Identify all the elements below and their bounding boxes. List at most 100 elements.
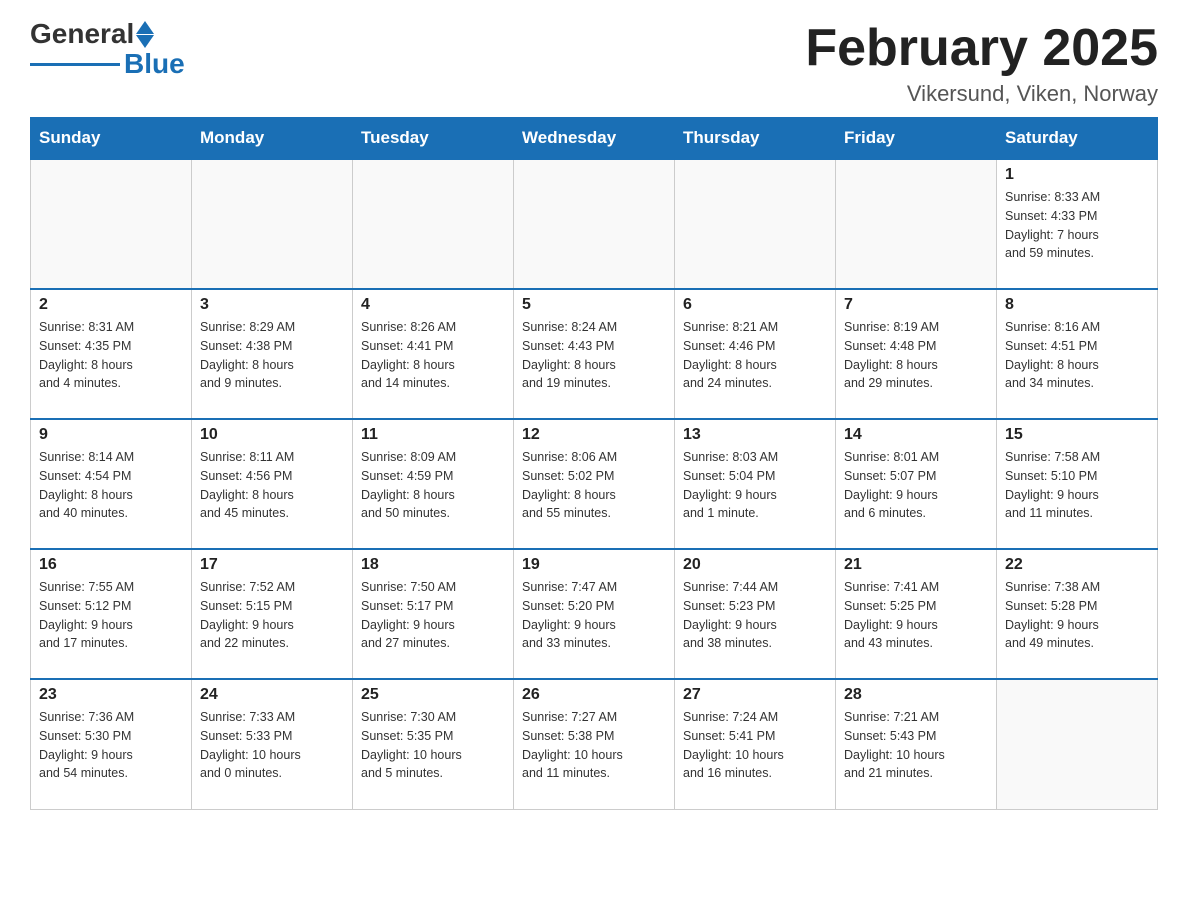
day-info: Sunrise: 8:11 AMSunset: 4:56 PMDaylight:… — [200, 448, 344, 523]
day-info: Sunrise: 7:55 AMSunset: 5:12 PMDaylight:… — [39, 578, 183, 653]
day-info: Sunrise: 7:44 AMSunset: 5:23 PMDaylight:… — [683, 578, 827, 653]
day-info: Sunrise: 7:36 AMSunset: 5:30 PMDaylight:… — [39, 708, 183, 783]
day-number: 10 — [200, 426, 344, 444]
day-info: Sunrise: 8:33 AMSunset: 4:33 PMDaylight:… — [1005, 188, 1149, 263]
location: Vikersund, Viken, Norway — [805, 81, 1158, 107]
calendar-cell: 5 Sunrise: 8:24 AMSunset: 4:43 PMDaylight… — [514, 289, 675, 419]
day-info: Sunrise: 7:38 AMSunset: 5:28 PMDaylight:… — [1005, 578, 1149, 653]
calendar-cell: 20 Sunrise: 7:44 AMSunset: 5:23 PMDayligh… — [675, 549, 836, 679]
calendar-cell: 7 Sunrise: 8:19 AMSunset: 4:48 PMDaylight… — [836, 289, 997, 419]
weekday-header-sunday: Sunday — [31, 118, 192, 160]
calendar-cell: 10 Sunrise: 8:11 AMSunset: 4:56 PMDayligh… — [192, 419, 353, 549]
calendar-cell — [192, 159, 353, 289]
logo-text-blue: Blue — [124, 50, 185, 78]
day-info: Sunrise: 8:14 AMSunset: 4:54 PMDaylight:… — [39, 448, 183, 523]
day-info: Sunrise: 7:24 AMSunset: 5:41 PMDaylight:… — [683, 708, 827, 783]
page: General Blue February 2025 Vikersund, Vi… — [0, 0, 1188, 840]
calendar-cell: 11 Sunrise: 8:09 AMSunset: 4:59 PMDayligh… — [353, 419, 514, 549]
day-number: 9 — [39, 426, 183, 444]
day-number: 23 — [39, 686, 183, 704]
day-info: Sunrise: 7:50 AMSunset: 5:17 PMDaylight:… — [361, 578, 505, 653]
calendar-cell: 19Sunrise: 7:47 AMSunset: 5:20 PMDayligh… — [514, 549, 675, 679]
day-number: 16 — [39, 556, 183, 574]
header: General Blue February 2025 Vikersund, Vi… — [30, 20, 1158, 107]
day-number: 7 — [844, 296, 988, 314]
day-info: Sunrise: 8:03 AMSunset: 5:04 PMDaylight:… — [683, 448, 827, 523]
calendar-cell: 1 Sunrise: 8:33 AMSunset: 4:33 PMDaylight… — [997, 159, 1158, 289]
logo-triangle-down — [136, 35, 154, 48]
calendar-cell: 25Sunrise: 7:30 AMSunset: 5:35 PMDayligh… — [353, 679, 514, 809]
day-info: Sunrise: 8:06 AMSunset: 5:02 PMDaylight:… — [522, 448, 666, 523]
day-number: 22 — [1005, 556, 1149, 574]
day-number: 5 — [522, 296, 666, 314]
day-number: 27 — [683, 686, 827, 704]
day-info: Sunrise: 8:09 AMSunset: 4:59 PMDaylight:… — [361, 448, 505, 523]
month-title: February 2025 — [805, 20, 1158, 77]
day-info: Sunrise: 7:41 AMSunset: 5:25 PMDaylight:… — [844, 578, 988, 653]
calendar-cell: 2 Sunrise: 8:31 AMSunset: 4:35 PMDaylight… — [31, 289, 192, 419]
calendar-cell: 12 Sunrise: 8:06 AMSunset: 5:02 PMDayligh… — [514, 419, 675, 549]
calendar-cell: 13 Sunrise: 8:03 AMSunset: 5:04 PMDayligh… — [675, 419, 836, 549]
day-number: 2 — [39, 296, 183, 314]
day-number: 21 — [844, 556, 988, 574]
day-info: Sunrise: 8:24 AMSunset: 4:43 PMDaylight:… — [522, 318, 666, 393]
day-number: 24 — [200, 686, 344, 704]
title-section: February 2025 Vikersund, Viken, Norway — [805, 20, 1158, 107]
day-info: Sunrise: 8:19 AMSunset: 4:48 PMDaylight:… — [844, 318, 988, 393]
week-row-4: 23 Sunrise: 7:36 AMSunset: 5:30 PMDayligh… — [31, 679, 1158, 809]
calendar-cell: 24 Sunrise: 7:33 AMSunset: 5:33 PMDayligh… — [192, 679, 353, 809]
calendar-cell: 9 Sunrise: 8:14 AMSunset: 4:54 PMDaylight… — [31, 419, 192, 549]
logo-triangle-up — [136, 21, 154, 34]
weekday-header-thursday: Thursday — [675, 118, 836, 160]
calendar-cell: 27 Sunrise: 7:24 AMSunset: 5:41 PMDayligh… — [675, 679, 836, 809]
weekday-header-monday: Monday — [192, 118, 353, 160]
day-info: Sunrise: 8:29 AMSunset: 4:38 PMDaylight:… — [200, 318, 344, 393]
calendar-cell: 22 Sunrise: 7:38 AMSunset: 5:28 PMDayligh… — [997, 549, 1158, 679]
week-row-0: 1 Sunrise: 8:33 AMSunset: 4:33 PMDaylight… — [31, 159, 1158, 289]
calendar-cell: 21 Sunrise: 7:41 AMSunset: 5:25 PMDayligh… — [836, 549, 997, 679]
day-number: 11 — [361, 426, 505, 444]
week-row-2: 9 Sunrise: 8:14 AMSunset: 4:54 PMDaylight… — [31, 419, 1158, 549]
calendar-cell: 28 Sunrise: 7:21 AMSunset: 5:43 PMDayligh… — [836, 679, 997, 809]
calendar-cell — [353, 159, 514, 289]
calendar-cell: 8 Sunrise: 8:16 AMSunset: 4:51 PMDaylight… — [997, 289, 1158, 419]
day-number: 6 — [683, 296, 827, 314]
calendar-cell: 17Sunrise: 7:52 AMSunset: 5:15 PMDayligh… — [192, 549, 353, 679]
week-row-3: 16 Sunrise: 7:55 AMSunset: 5:12 PMDayligh… — [31, 549, 1158, 679]
calendar-cell: 3 Sunrise: 8:29 AMSunset: 4:38 PMDaylight… — [192, 289, 353, 419]
weekday-header-friday: Friday — [836, 118, 997, 160]
calendar-cell — [997, 679, 1158, 809]
day-number: 1 — [1005, 166, 1149, 184]
day-number: 3 — [200, 296, 344, 314]
day-info: Sunrise: 7:33 AMSunset: 5:33 PMDaylight:… — [200, 708, 344, 783]
day-number: 15 — [1005, 426, 1149, 444]
calendar-cell — [514, 159, 675, 289]
day-number: 14 — [844, 426, 988, 444]
calendar-cell: 23 Sunrise: 7:36 AMSunset: 5:30 PMDayligh… — [31, 679, 192, 809]
day-number: 8 — [1005, 296, 1149, 314]
day-info: Sunrise: 8:26 AMSunset: 4:41 PMDaylight:… — [361, 318, 505, 393]
day-number: 13 — [683, 426, 827, 444]
weekday-header-tuesday: Tuesday — [353, 118, 514, 160]
day-number: 18 — [361, 556, 505, 574]
calendar-cell — [31, 159, 192, 289]
day-number: 12 — [522, 426, 666, 444]
calendar-cell: 6Sunrise: 8:21 AMSunset: 4:46 PMDaylight… — [675, 289, 836, 419]
day-number: 28 — [844, 686, 988, 704]
calendar-cell — [675, 159, 836, 289]
day-number: 20 — [683, 556, 827, 574]
logo: General Blue — [30, 20, 185, 78]
week-row-1: 2 Sunrise: 8:31 AMSunset: 4:35 PMDaylight… — [31, 289, 1158, 419]
day-info: Sunrise: 8:01 AMSunset: 5:07 PMDaylight:… — [844, 448, 988, 523]
day-info: Sunrise: 7:21 AMSunset: 5:43 PMDaylight:… — [844, 708, 988, 783]
calendar: SundayMondayTuesdayWednesdayThursdayFrid… — [30, 117, 1158, 810]
day-info: Sunrise: 8:31 AMSunset: 4:35 PMDaylight:… — [39, 318, 183, 393]
day-number: 26 — [522, 686, 666, 704]
day-number: 25 — [361, 686, 505, 704]
day-number: 17 — [200, 556, 344, 574]
day-number: 19 — [522, 556, 666, 574]
weekday-header-saturday: Saturday — [997, 118, 1158, 160]
day-info: Sunrise: 8:16 AMSunset: 4:51 PMDaylight:… — [1005, 318, 1149, 393]
calendar-cell: 16 Sunrise: 7:55 AMSunset: 5:12 PMDayligh… — [31, 549, 192, 679]
calendar-cell: 18 Sunrise: 7:50 AMSunset: 5:17 PMDayligh… — [353, 549, 514, 679]
